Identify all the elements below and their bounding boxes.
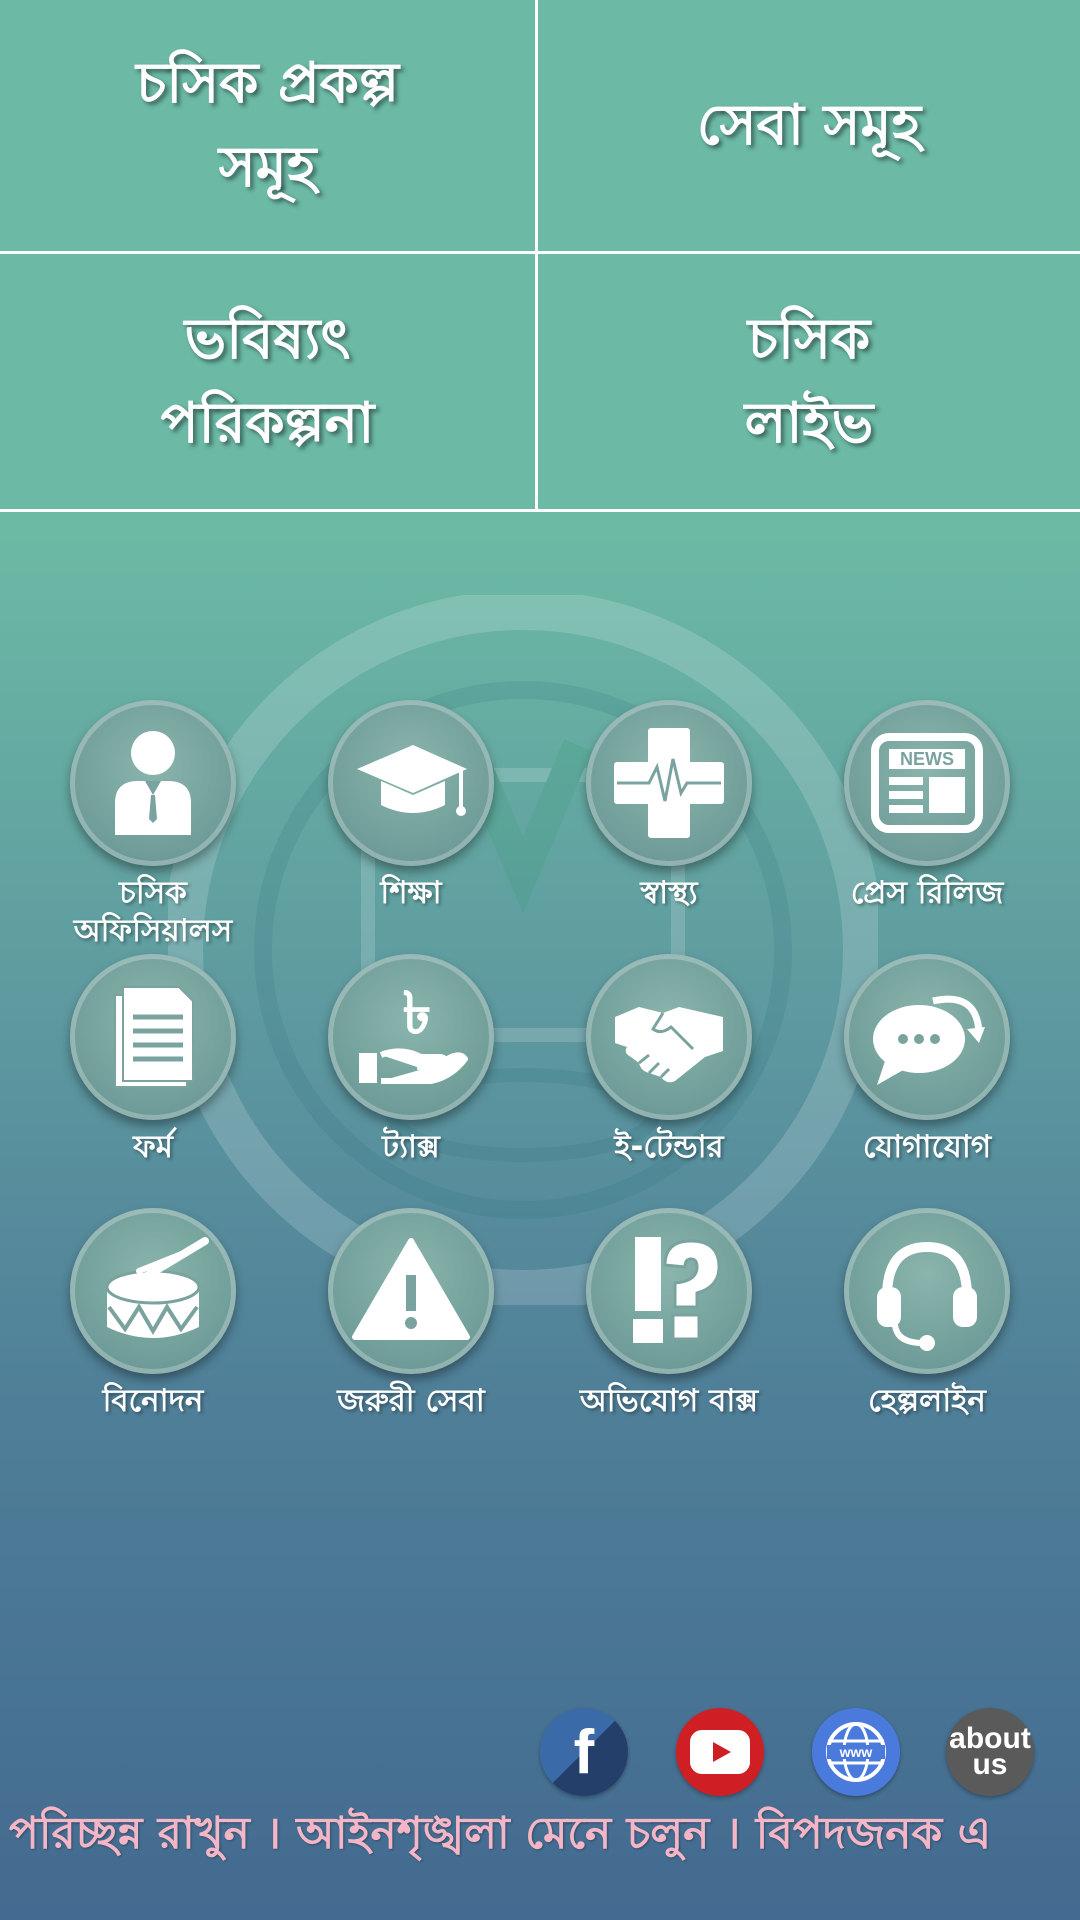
news-ticker: । পরিচ্ছন্ন রাখুন । আইনশৃঙ্খলা মেনে চলুন…	[0, 1800, 1080, 1870]
tile-services[interactable]: সেবা সমূহ	[538, 0, 1080, 254]
service-label: যোগাযোগ	[862, 1129, 992, 1165]
service-complaint-box[interactable]: অভিযোগ বাক্স	[540, 1208, 798, 1462]
youtube-button[interactable]	[676, 1708, 764, 1796]
service-label: স্বাস্থ্য	[640, 875, 698, 911]
facebook-icon: f	[573, 1717, 595, 1787]
headset-icon	[844, 1208, 1010, 1374]
service-label: ট্যাক্স	[382, 1129, 440, 1165]
service-label: বিনোদন	[102, 1383, 204, 1419]
about-us-button[interactable]: about us	[946, 1708, 1034, 1796]
chat-bubble-icon	[844, 954, 1010, 1120]
newspaper-icon: NEWS	[844, 700, 1010, 866]
service-label: জরুরী সেবা	[337, 1383, 485, 1419]
service-label: শিক্ষা	[380, 875, 442, 911]
taka-hand-icon: ৳	[328, 954, 494, 1120]
drum-icon	[70, 1208, 236, 1374]
service-officials[interactable]: চসিক অফিসিয়ালস	[24, 700, 282, 954]
question-icon	[586, 1208, 752, 1374]
service-label: অভিযোগ বাক্স	[579, 1383, 759, 1419]
service-e-tender[interactable]: ই-টেন্ডার	[540, 954, 798, 1208]
tile-live[interactable]: চসিক লাইভ	[538, 254, 1080, 512]
service-label: ফর্ম	[133, 1129, 173, 1165]
tile-projects[interactable]: চসিক প্রকল্প সমূহ	[0, 0, 538, 254]
official-person-icon	[70, 700, 236, 866]
tile-future-plans[interactable]: ভবিষ্যৎ পরিকল্পনা	[0, 254, 538, 512]
health-cross-icon	[586, 700, 752, 866]
service-label: ই-টেন্ডার	[614, 1129, 724, 1165]
service-education[interactable]: শিক্ষা	[282, 700, 540, 954]
service-label: হেল্পলাইন	[868, 1383, 986, 1419]
handshake-icon	[586, 954, 752, 1120]
about-us-label-line2: us	[972, 1748, 1008, 1781]
warning-icon	[328, 1208, 494, 1374]
globe-www-icon: www	[826, 1722, 886, 1782]
services-grid: চসিক অফিসিয়ালস শিক্ষা স্বাস্থ্য NEWS প্…	[24, 700, 1056, 1462]
news-ticker-text: । পরিচ্ছন্ন রাখুন । আইনশৃঙ্খলা মেনে চলুন…	[0, 1808, 992, 1859]
top-menu-grid: চসিক প্রকল্প সমূহ সেবা সমূহ ভবিষ্যৎ পরিক…	[0, 0, 1080, 512]
service-label: চসিক অফিসিয়ালস	[73, 875, 233, 949]
svg-text:NEWS: NEWS	[900, 749, 954, 769]
service-tax[interactable]: ৳ ট্যাক্স	[282, 954, 540, 1208]
website-button[interactable]: www	[812, 1708, 900, 1796]
service-contact[interactable]: যোগাযোগ	[798, 954, 1056, 1208]
service-entertainment[interactable]: বিনোদন	[24, 1208, 282, 1462]
service-form[interactable]: ফর্ম	[24, 954, 282, 1208]
facebook-button[interactable]: f	[540, 1708, 628, 1796]
service-helpline[interactable]: হেল্পলাইন	[798, 1208, 1056, 1462]
youtube-icon	[690, 1730, 750, 1774]
service-emergency[interactable]: জরুরী সেবা	[282, 1208, 540, 1462]
service-press-release[interactable]: NEWS প্রেস রিলিজ	[798, 700, 1056, 954]
graduation-cap-icon	[328, 700, 494, 866]
svg-text:৳: ৳	[403, 979, 432, 1047]
document-icon	[70, 954, 236, 1120]
svg-text:www: www	[839, 1744, 873, 1760]
service-label: প্রেস রিলিজ	[850, 875, 1004, 911]
service-health[interactable]: স্বাস্থ্য	[540, 700, 798, 954]
